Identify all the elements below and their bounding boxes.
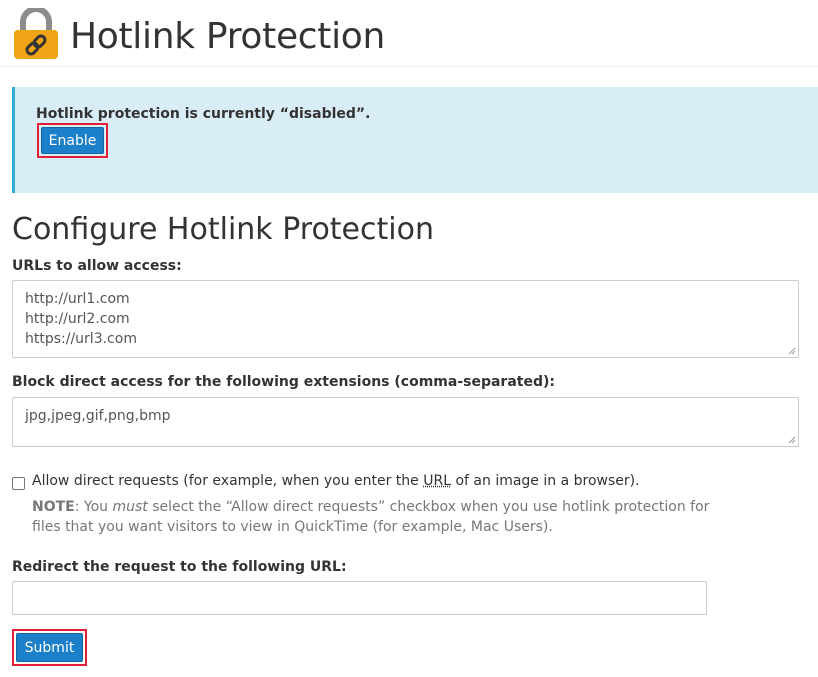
resize-grip-icon[interactable] [788, 347, 796, 355]
urls-label: URLs to allow access: [12, 258, 182, 274]
resize-grip-icon[interactable] [788, 436, 796, 444]
status-message: Hotlink protection is currently “disable… [36, 106, 371, 122]
submit-button[interactable]: Submit [16, 633, 83, 662]
status-alert: Hotlink protection is currently “disable… [12, 87, 818, 193]
extensions-textarea[interactable]: jpg,jpeg,gif,png,bmp [12, 397, 799, 447]
url-abbreviation: URL [423, 473, 452, 489]
note-emphasis: must [112, 499, 148, 515]
quicktime-note: NOTE: You must select the “Allow direct … [32, 499, 710, 535]
page-title: Hotlink Protection [70, 16, 386, 57]
urls-textarea[interactable]: http://url1.com http://url2.com https://… [12, 280, 799, 358]
extensions-label: Block direct access for the following ex… [12, 374, 555, 390]
section-title: Configure Hotlink Protection [12, 212, 434, 247]
redirect-url-input[interactable] [12, 581, 707, 615]
lock-link-icon [14, 8, 58, 59]
url-line: http://url1.com [25, 291, 130, 307]
allow-direct-requests-label[interactable]: Allow direct requests (for example, when… [32, 473, 640, 489]
url-line: https://url3.com [25, 331, 137, 347]
enable-button-highlight: Enable [37, 123, 108, 158]
enable-button[interactable]: Enable [41, 127, 104, 154]
allow-direct-requests-checkbox[interactable] [12, 477, 25, 490]
note-prefix: NOTE [32, 499, 75, 515]
page-header: Hotlink Protection [0, 0, 818, 67]
submit-button-highlight: Submit [12, 629, 87, 666]
extensions-value: jpg,jpeg,gif,png,bmp [25, 408, 171, 424]
redirect-label: Redirect the request to the following UR… [12, 559, 347, 575]
url-line: http://url2.com [25, 311, 130, 327]
